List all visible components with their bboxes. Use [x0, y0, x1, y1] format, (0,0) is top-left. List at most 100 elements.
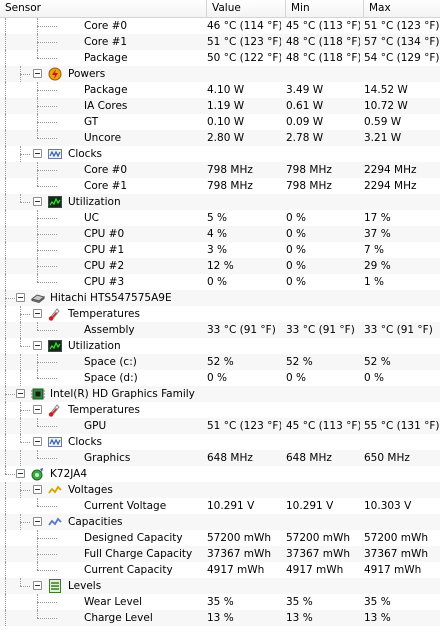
device-row[interactable]: Hitachi HTS547575A9E — [0, 290, 440, 306]
sensor-row[interactable]: Space (c:) 52 % 52 % 52 % — [0, 354, 440, 370]
tree-guide-line — [5, 354, 6, 370]
sensor-row[interactable]: Current Capacity 4917 mWh 4917 mWh 4917 mWh — [0, 562, 440, 578]
sensor-label: Full Charge Capacity — [84, 548, 193, 560]
sensor-row[interactable]: Core #1 798 MHz 798 MHz 2294 MHz — [0, 178, 440, 194]
tree-guide-line — [37, 562, 38, 570]
value-cell: 4 % — [207, 228, 227, 240]
tree-connector — [37, 250, 57, 251]
max-cell: 13 % — [364, 612, 391, 624]
sensor-group-row[interactable]: Temperatures — [0, 402, 440, 418]
sensor-row[interactable]: Core #0 46 °C (114 °F) 45 °C (113 °F) 51 °C… — [0, 18, 440, 34]
collapse-toggle[interactable] — [33, 69, 42, 78]
collapse-toggle[interactable] — [16, 389, 25, 398]
min-column-header[interactable]: Min — [286, 0, 364, 17]
sensor-row[interactable]: Charge Level 13 % 13 % 13 % — [0, 610, 440, 626]
sensor-label: Space (d:) — [84, 372, 138, 384]
sensor-row[interactable]: CPU #3 0 % 0 % 1 % — [0, 274, 440, 290]
sensor-row[interactable]: Package 50 °C (122 °F) 48 °C (118 °F) 54 °C… — [0, 50, 440, 66]
max-cell: 17 % — [364, 212, 391, 224]
column-header: Sensor Value Min Max — [0, 0, 440, 18]
sensor-row[interactable]: GPU 51 °C (123 °F) 45 °C (113 °F) 55 °C (13… — [0, 418, 440, 434]
device-row[interactable]: K72JA4 — [0, 466, 440, 482]
sensor-label: Package — [84, 84, 128, 96]
sensor-label: CPU #2 — [84, 260, 125, 272]
sensor-row[interactable]: Space (d:) 0 % 0 % 0 % — [0, 370, 440, 386]
sensor-group-row[interactable]: Levels — [0, 578, 440, 594]
tree-guide-line — [37, 450, 38, 458]
capacity-icon — [48, 515, 62, 529]
tree-connector — [37, 234, 57, 235]
sensor-label: Utilization — [68, 340, 121, 352]
value-cell: 0 % — [207, 276, 227, 288]
collapse-toggle[interactable] — [33, 149, 42, 158]
value-cell: 0.10 W — [207, 116, 245, 128]
sensor-row[interactable]: Full Charge Capacity 37367 mWh 37367 mWh 37… — [0, 546, 440, 562]
collapse-toggle[interactable] — [16, 469, 25, 478]
tree-guide-line — [5, 50, 6, 66]
tree-guide-line — [5, 194, 6, 210]
collapse-toggle[interactable] — [33, 485, 42, 494]
sensor-row[interactable]: Uncore 2.80 W 2.78 W 3.21 W — [0, 130, 440, 146]
sensor-row[interactable]: Current Voltage 10.291 V 10.291 V 10.303 V — [0, 498, 440, 514]
collapse-toggle[interactable] — [33, 341, 42, 350]
sensor-label: Voltages — [68, 484, 113, 496]
min-cell: 37367 mWh — [286, 548, 351, 560]
sensor-label: Clocks — [68, 436, 102, 448]
sensor-row[interactable]: UC 5 % 0 % 17 % — [0, 210, 440, 226]
device-row[interactable]: Intel(R) HD Graphics Family — [0, 386, 440, 402]
sensor-row[interactable]: Core #1 51 °C (123 °F) 48 °C (118 °F) 57 °C… — [0, 34, 440, 50]
tree-connector — [37, 26, 57, 27]
value-cell: 52 % — [207, 356, 234, 368]
collapse-toggle[interactable] — [16, 293, 25, 302]
tree-connector — [37, 90, 57, 91]
value-cell: 12 % — [207, 260, 234, 272]
sensor-row[interactable]: CPU #0 4 % 0 % 37 % — [0, 226, 440, 242]
max-cell: 33 °C (91 °F) — [364, 324, 433, 336]
sensor-row[interactable]: IA Cores 1.19 W 0.61 W 10.72 W — [0, 98, 440, 114]
sensor-group-row[interactable]: Voltages — [0, 482, 440, 498]
min-cell: 0.61 W — [286, 100, 324, 112]
sensor-row[interactable]: CPU #1 3 % 0 % 7 % — [0, 242, 440, 258]
sensor-group-row[interactable]: Clocks — [0, 434, 440, 450]
sensor-group-row[interactable]: Capacities — [0, 514, 440, 530]
sensor-row[interactable]: Package 4.10 W 3.49 W 14.52 W — [0, 82, 440, 98]
collapse-toggle[interactable] — [33, 405, 42, 414]
tree-connector — [20, 346, 30, 347]
tree-connector — [5, 474, 15, 475]
tree-connector — [37, 538, 57, 539]
sensor-group-row[interactable]: Temperatures — [0, 306, 440, 322]
collapse-toggle[interactable] — [33, 437, 42, 446]
tree-guide-line — [5, 578, 6, 594]
sensor-group-row[interactable]: Powers — [0, 66, 440, 82]
sensor-label: Powers — [68, 68, 106, 80]
value-column-header[interactable]: Value — [207, 0, 286, 17]
tree-guide-line — [5, 210, 6, 226]
tree-connector — [20, 154, 30, 155]
tree-guide-line — [5, 610, 6, 626]
sensor-row[interactable]: Assembly 33 °C (91 °F) 33 °C (91 °F) 33 °C … — [0, 322, 440, 338]
sensor-group-row[interactable]: Clocks — [0, 146, 440, 162]
sensor-group-row[interactable]: Utilization — [0, 338, 440, 354]
sensor-row[interactable]: CPU #2 12 % 0 % 29 % — [0, 258, 440, 274]
sensor-row[interactable]: Wear Level 35 % 35 % 35 % — [0, 594, 440, 610]
tree-guide-line — [5, 498, 6, 514]
sensor-group-row[interactable]: Utilization — [0, 194, 440, 210]
collapse-toggle[interactable] — [33, 517, 42, 526]
value-cell: 50 °C (122 °F) — [207, 52, 281, 64]
sensor-row[interactable]: Graphics 648 MHz 648 MHz 650 MHz — [0, 450, 440, 466]
sensor-row[interactable]: GT 0.10 W 0.09 W 0.59 W — [0, 114, 440, 130]
value-cell: 51 °C (123 °F) — [207, 420, 281, 432]
collapse-toggle[interactable] — [33, 309, 42, 318]
tree-guide-line — [5, 402, 6, 418]
tree-guide-line — [20, 418, 21, 434]
tree-connector — [20, 490, 30, 491]
collapse-toggle[interactable] — [33, 581, 42, 590]
tree-connector — [37, 554, 57, 555]
max-column-header[interactable]: Max — [364, 0, 440, 17]
sensor-column-header[interactable]: Sensor — [0, 0, 207, 17]
sensor-row[interactable]: Designed Capacity 57200 mWh 57200 mWh 57200… — [0, 530, 440, 546]
max-cell: 2294 MHz — [364, 180, 417, 192]
tree-connector — [37, 458, 57, 459]
collapse-toggle[interactable] — [33, 197, 42, 206]
sensor-row[interactable]: Core #0 798 MHz 798 MHz 2294 MHz — [0, 162, 440, 178]
